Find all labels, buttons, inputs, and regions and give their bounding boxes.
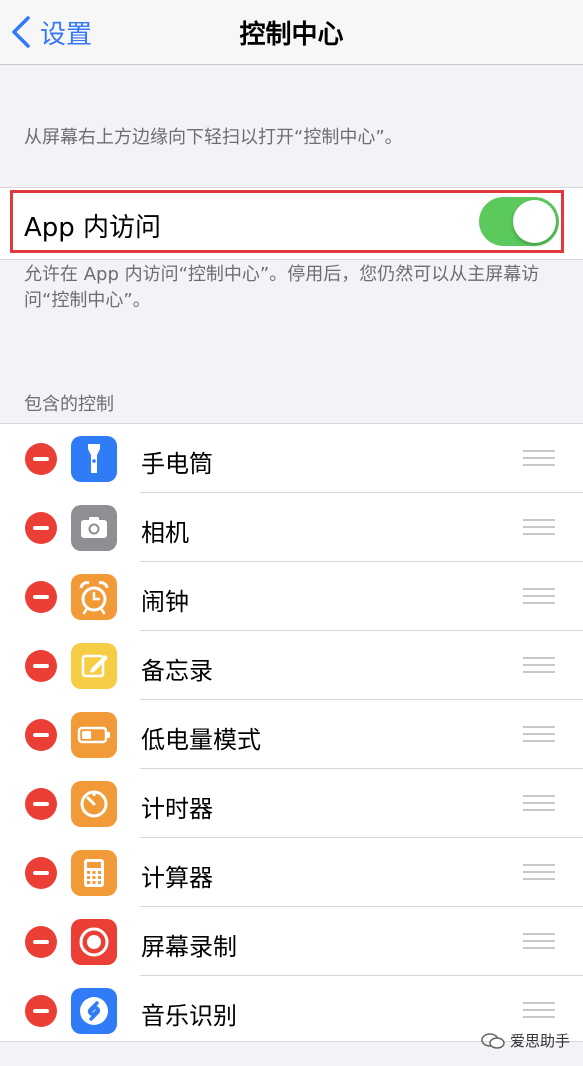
control-name: 计算器 [141,864,213,892]
remove-button[interactable] [25,650,57,682]
control-name: 备忘录 [141,657,213,685]
remove-button[interactable] [25,512,57,544]
remove-button[interactable] [25,788,57,820]
list-item: 手电筒 [0,424,583,493]
reorder-handle[interactable] [523,795,555,813]
navigation-bar: 设置 控制中心 [0,0,583,65]
watermark: 爱思助手 [480,1030,570,1051]
remove-button[interactable] [25,995,57,1027]
shazam-icon [71,988,117,1034]
included-controls-header: 包含的控制 [24,394,114,415]
highlight-box [10,190,564,253]
remove-button[interactable] [25,581,57,613]
reorder-handle[interactable] [523,519,555,537]
access-description: 允许在 App 内访问“控制中心”。停用后，您仍然可以从主屏幕访问“控制中心”。 [24,264,540,311]
page-title: 控制中心 [239,20,344,50]
swipe-description: 从屏幕右上方边缘向下轻扫以打开“控制中心”。 [24,127,403,148]
remove-button[interactable] [25,719,57,751]
list-item: 低电量模式 [0,700,583,769]
list-item: 备忘录 [0,631,583,700]
remove-button[interactable] [25,926,57,958]
remove-button[interactable] [25,443,57,475]
list-item: 相机 [0,493,583,562]
control-name: 计时器 [141,795,213,823]
reorder-handle[interactable] [523,864,555,882]
list-item: 计算器 [0,838,583,907]
list-item: 屏幕录制 [0,907,583,976]
calculator-icon [71,850,117,896]
remove-button[interactable] [25,857,57,889]
battery-icon [71,712,117,758]
control-name: 相机 [141,519,189,547]
control-name: 手电筒 [141,450,213,478]
control-name: 音乐识别 [141,1002,237,1030]
camera-icon [71,505,117,551]
alarm-clock-icon [71,574,117,620]
reorder-handle[interactable] [523,726,555,744]
reorder-handle[interactable] [523,588,555,606]
reorder-handle[interactable] [523,657,555,675]
timer-icon [71,781,117,827]
control-name: 闹钟 [141,588,189,616]
list-item: 闹钟 [0,562,583,631]
wechat-icon [481,1032,505,1049]
watermark-text: 爱思助手 [510,1032,571,1050]
notes-icon [71,643,117,689]
reorder-handle[interactable] [523,933,555,951]
control-name: 低电量模式 [141,726,261,754]
included-controls-list: 手电筒 相机 闹钟 备忘录 低电量模式 计时器 计算器 屏幕录制 音乐识别 [0,423,583,1042]
reorder-handle[interactable] [523,450,555,468]
flashlight-icon [71,436,117,482]
control-name: 屏幕录制 [141,933,237,961]
screen-recording-icon [71,919,117,965]
reorder-handle[interactable] [523,1002,555,1020]
list-item: 计时器 [0,769,583,838]
